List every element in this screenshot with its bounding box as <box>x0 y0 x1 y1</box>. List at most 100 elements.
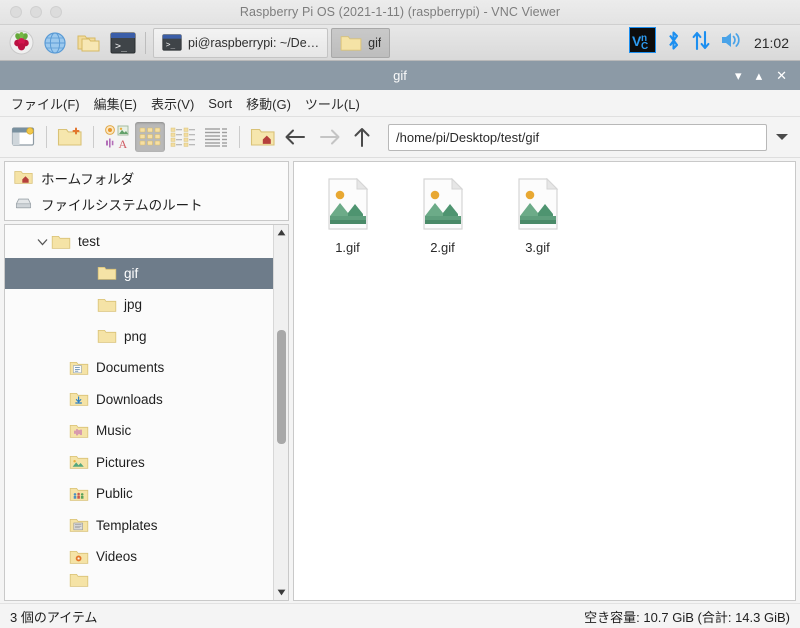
tree-item-templates[interactable]: Templates <box>5 510 273 542</box>
icon-view-button[interactable] <box>135 122 165 152</box>
up-button[interactable] <box>347 122 377 152</box>
menu-file[interactable]: ファイル(F) <box>11 94 80 113</box>
folder-icon <box>51 234 71 250</box>
menu-go[interactable]: 移動(G) <box>246 94 291 113</box>
public-icon <box>69 486 89 502</box>
file-grid: 1.gif 2.gif 3.gif <box>294 162 795 271</box>
home-button[interactable] <box>248 122 278 152</box>
svg-text:C: C <box>641 41 648 52</box>
vnc-viewer-window: Raspberry Pi OS (2021-1-11) (raspberrypi… <box>0 0 800 628</box>
file-manager-icon[interactable] <box>73 27 105 59</box>
tree-item-jpg[interactable]: jpg <box>5 289 273 321</box>
forward-button[interactable] <box>314 122 344 152</box>
tree-item-public[interactable]: Public <box>5 478 273 510</box>
file-list-area[interactable]: 1.gif 2.gif 3.gif <box>293 161 796 601</box>
tree-item-partial[interactable] <box>5 573 273 587</box>
network-icon[interactable] <box>691 29 711 57</box>
scrollbar-track[interactable] <box>274 240 289 585</box>
downloads-icon <box>69 391 89 407</box>
svg-text:>_: >_ <box>115 41 128 52</box>
sidebar-item-label: ファイルシステムのルート <box>41 198 203 213</box>
places-panel: ホームフォルダ ファイルシステムのルート <box>4 161 289 221</box>
svg-text:A: A <box>119 137 128 150</box>
tree-item-label: jpg <box>124 297 143 313</box>
menu-sort[interactable]: Sort <box>208 96 232 111</box>
home-folder-icon <box>14 169 33 188</box>
raspberry-menu-icon[interactable] <box>5 27 37 59</box>
path-entry[interactable]: /home/pi/Desktop/test/gif <box>388 123 767 151</box>
scroll-up-icon[interactable] <box>274 225 289 240</box>
tree-item-label: Pictures <box>96 454 145 470</box>
tree-item-label: Public <box>96 486 133 502</box>
maximize-button[interactable] <box>50 6 62 18</box>
minimize-button[interactable]: ▾ <box>735 69 742 82</box>
volume-icon[interactable] <box>720 29 743 56</box>
window-traffic-lights[interactable] <box>0 6 62 18</box>
tree-item-label: test <box>78 234 100 250</box>
file-item-1[interactable]: 1.gif <box>300 172 395 261</box>
toolbar-separator <box>93 126 94 148</box>
chevron-down-icon[interactable] <box>33 238 51 246</box>
close-button[interactable]: ✕ <box>776 69 787 82</box>
scrollbar-thumb[interactable] <box>276 329 286 444</box>
directory-tree-panel: test gif jpg png Documents Downloads Mus… <box>4 224 289 601</box>
folder-icon <box>340 35 362 51</box>
menu-tools[interactable]: ツール(L) <box>305 94 360 113</box>
tree-item-label: png <box>124 328 147 344</box>
bluetooth-icon[interactable] <box>665 29 682 57</box>
tree-item-label: Documents <box>96 360 165 376</box>
sidebar-item-filesystem-root[interactable]: ファイルシステムのルート <box>5 191 288 217</box>
close-button[interactable] <box>10 6 22 18</box>
tree-item-documents[interactable]: Documents <box>5 352 273 384</box>
taskbar-window-terminal[interactable]: >_ pi@raspberrypi: ~/De… <box>153 27 329 58</box>
music-icon <box>69 423 89 439</box>
menu-view[interactable]: 表示(V) <box>151 94 194 113</box>
tree-item-music[interactable]: Music <box>5 415 273 447</box>
tree-item-videos[interactable]: Videos <box>5 541 273 573</box>
tree-item-test[interactable]: test <box>5 226 273 258</box>
taskbar-window-gif[interactable]: gif <box>331 27 391 58</box>
tree-item-label: Music <box>96 423 132 439</box>
terminal-icon: >_ <box>162 34 182 51</box>
minimize-button[interactable] <box>30 6 42 18</box>
taskbar: >_ >_ pi@raspberrypi: ~/De… gif V n C 21… <box>0 25 800 61</box>
tree-item-label: Downloads <box>96 391 163 407</box>
compact-view-button[interactable] <box>168 122 198 152</box>
file-item-3[interactable]: 3.gif <box>490 172 585 261</box>
tree-item-gif[interactable]: gif <box>5 257 273 289</box>
folder-icon <box>97 328 117 344</box>
folder-icon <box>97 297 117 313</box>
browser-icon[interactable] <box>39 27 71 59</box>
file-item-2[interactable]: 2.gif <box>395 172 490 261</box>
documents-icon <box>69 360 89 376</box>
file-manager-window: gif ▾ ▴ ✕ ファイル(F) 編集(E) 表示(V) Sort 移動(G)… <box>0 61 800 628</box>
file-types-button[interactable]: A <box>102 122 132 152</box>
file-label: 2.gif <box>430 240 455 255</box>
detailed-list-view-button[interactable] <box>201 122 231 152</box>
menu-edit[interactable]: 編集(E) <box>94 94 137 113</box>
tree-item-png[interactable]: png <box>5 321 273 353</box>
taskbar-clock[interactable]: 21:02 <box>752 35 789 51</box>
templates-icon <box>69 517 89 533</box>
terminal-icon[interactable]: >_ <box>107 27 139 59</box>
new-tab-button[interactable] <box>8 122 38 152</box>
maximize-button[interactable]: ▴ <box>756 69 763 82</box>
taskbar-window-label: pi@raspberrypi: ~/De… <box>188 35 320 50</box>
sidebar-item-home-folder[interactable]: ホームフォルダ <box>5 165 288 191</box>
image-file-icon <box>420 177 466 235</box>
new-folder-button[interactable] <box>55 122 85 152</box>
vnc-icon[interactable]: V n C <box>627 26 657 58</box>
file-manager-window-controls: ▾ ▴ ✕ <box>735 69 800 82</box>
tree-item-downloads[interactable]: Downloads <box>5 384 273 416</box>
directory-tree: test gif jpg png Documents Downloads Mus… <box>5 225 273 600</box>
taskbar-window-label: gif <box>368 35 382 50</box>
tree-item-pictures[interactable]: Pictures <box>5 447 273 479</box>
file-label: 3.gif <box>525 240 550 255</box>
back-button[interactable] <box>281 122 311 152</box>
sidebar-scrollbar[interactable] <box>273 225 288 600</box>
path-dropdown-icon[interactable] <box>772 132 792 142</box>
taskbar-launchers: >_ <box>2 27 142 59</box>
file-manager-title: gif <box>393 68 407 83</box>
file-label: 1.gif <box>335 240 360 255</box>
scroll-down-icon[interactable] <box>274 585 289 600</box>
